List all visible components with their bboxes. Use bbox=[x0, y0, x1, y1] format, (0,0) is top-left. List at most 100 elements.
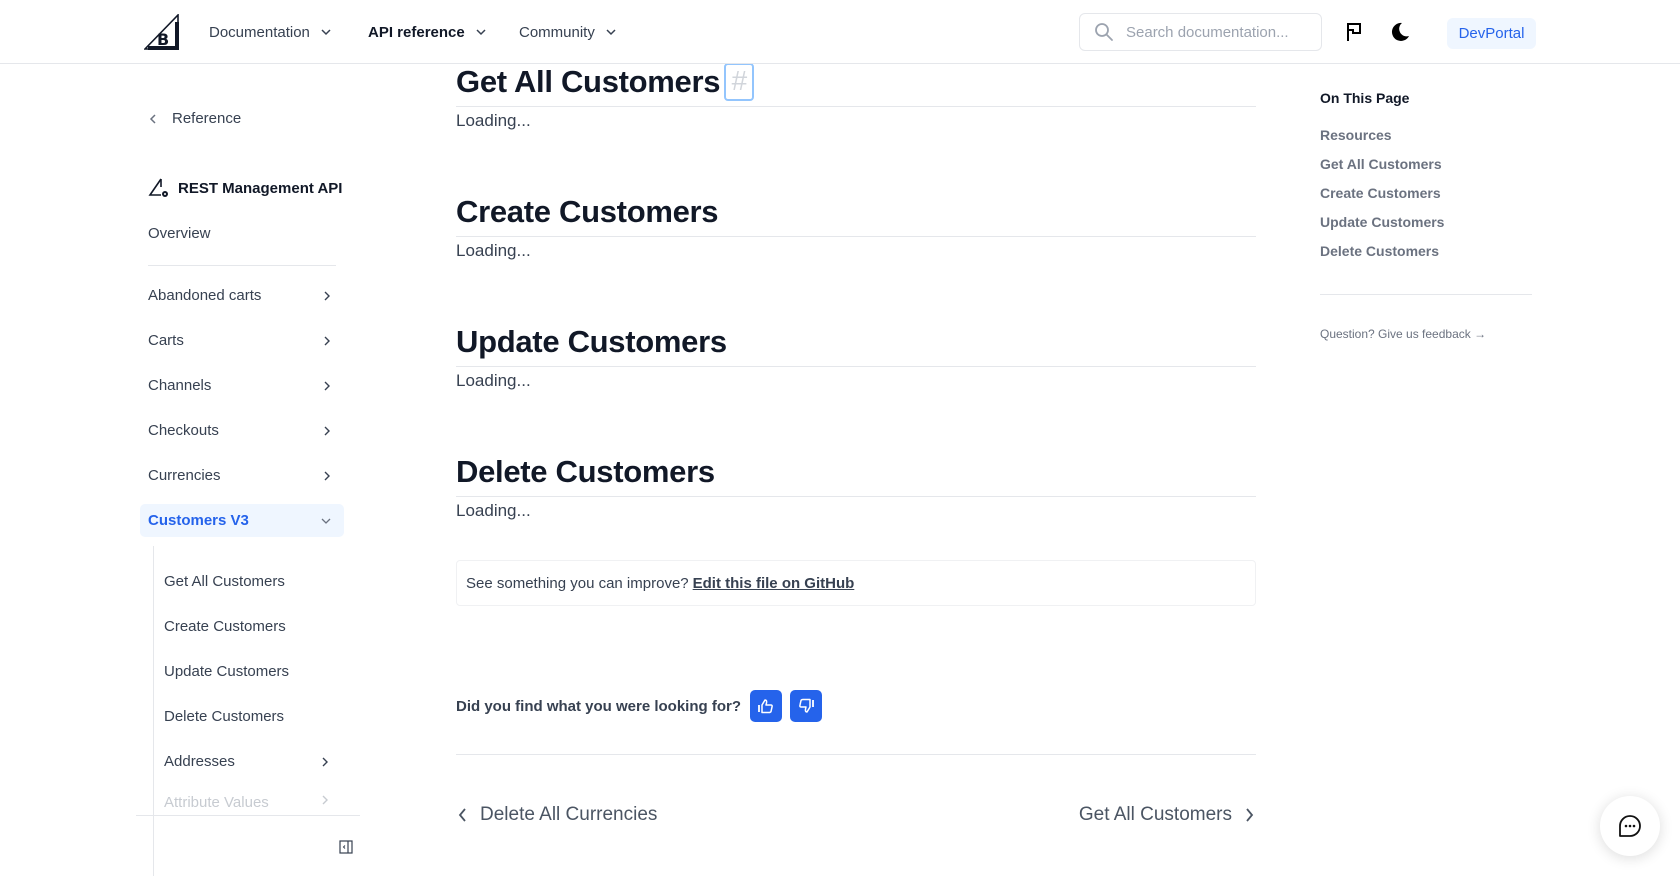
toc-divider bbox=[1320, 294, 1532, 295]
loading-text: Loading... bbox=[456, 241, 531, 260]
moon-icon[interactable] bbox=[1387, 20, 1411, 44]
edit-on-github-link[interactable]: Edit this file on GitHub bbox=[693, 575, 855, 592]
sidebar-subitem-label: Delete Customers bbox=[164, 708, 285, 725]
search-input[interactable] bbox=[1126, 23, 1301, 41]
sidebar-item-abandoned-carts[interactable]: Abandoned carts bbox=[140, 279, 344, 312]
chevron-right-icon bbox=[324, 381, 330, 390]
toc-link-create-customers[interactable]: Create Customers bbox=[1320, 185, 1441, 201]
previous-page-label: Delete All Currencies bbox=[480, 804, 658, 825]
nav-documentation[interactable]: Documentation bbox=[209, 20, 332, 44]
submenu-guide-line bbox=[153, 546, 154, 876]
nav-community[interactable]: Community bbox=[519, 20, 617, 44]
section-title: Get All Customers bbox=[456, 64, 721, 99]
section-title: Delete Customers bbox=[456, 454, 715, 489]
toc-title: On This Page bbox=[1320, 90, 1410, 106]
back-label: Reference bbox=[172, 110, 242, 127]
sidebar-subitem-delete-customers[interactable]: Delete Customers bbox=[164, 700, 334, 733]
devportal-button[interactable]: DevPortal bbox=[1447, 18, 1536, 49]
nav-documentation-label: Documentation bbox=[209, 23, 310, 41]
sidebar-item-channels[interactable]: Channels bbox=[140, 369, 344, 402]
collapse-sidebar-icon[interactable] bbox=[338, 839, 354, 855]
previous-page-link[interactable]: Delete All Currencies bbox=[456, 804, 657, 826]
next-page-link[interactable]: Get All Customers bbox=[1079, 804, 1256, 826]
section-create-customers: Create Customers Loading... bbox=[456, 192, 1256, 261]
api-settings-icon bbox=[148, 178, 168, 197]
nav-community-label: Community bbox=[519, 23, 595, 41]
sidebar-subitem-label: Addresses bbox=[164, 753, 235, 770]
top-header: B Documentation API reference Community … bbox=[0, 0, 1680, 64]
chevron-left-icon bbox=[149, 113, 156, 124]
section-get-all-customers: Get All Customers # Loading... bbox=[456, 62, 1256, 131]
sidebar-subitem-create-customers[interactable]: Create Customers bbox=[164, 610, 334, 643]
sidebar-divider bbox=[148, 265, 336, 266]
thumbs-up-button[interactable] bbox=[750, 690, 782, 722]
toc-link-resources[interactable]: Resources bbox=[1320, 127, 1392, 143]
section-heading: Create Customers bbox=[456, 192, 1256, 232]
section-divider bbox=[456, 496, 1256, 497]
search-box[interactable] bbox=[1079, 13, 1322, 51]
sidebar-item-checkouts[interactable]: Checkouts bbox=[140, 414, 344, 447]
chat-button[interactable] bbox=[1600, 796, 1660, 856]
chevron-left-icon bbox=[458, 808, 466, 822]
back-to-reference-link[interactable]: Reference bbox=[148, 110, 241, 127]
nav-api-reference[interactable]: API reference bbox=[368, 20, 487, 44]
feedback-question: Did you find what you were looking for? bbox=[456, 697, 741, 715]
sidebar-item-customers-v3[interactable]: Customers V3 bbox=[140, 504, 344, 537]
section-update-customers: Update Customers Loading... bbox=[456, 322, 1256, 391]
sidebar: Reference REST Management API Overview A… bbox=[136, 64, 360, 876]
section-divider bbox=[456, 366, 1256, 367]
content-divider bbox=[456, 754, 1256, 755]
section-heading: Update Customers bbox=[456, 322, 1256, 362]
chevron-down-icon bbox=[321, 518, 331, 524]
chevron-down-icon bbox=[476, 29, 486, 36]
sidebar-subitem-label: Attribute Values bbox=[164, 794, 269, 811]
sidebar-subitem-update-customers[interactable]: Update Customers bbox=[164, 655, 334, 688]
toc-link-delete-customers[interactable]: Delete Customers bbox=[1320, 243, 1439, 259]
search-icon bbox=[1095, 23, 1113, 41]
section-divider bbox=[456, 106, 1256, 107]
sidebar-item-label: Abandoned carts bbox=[148, 287, 262, 304]
sidebar-item-currencies[interactable]: Currencies bbox=[140, 459, 344, 492]
give-feedback-link[interactable]: Question? Give us feedback → bbox=[1320, 327, 1486, 341]
chevron-down-icon bbox=[606, 29, 616, 36]
api-title: REST Management API bbox=[148, 177, 342, 199]
sidebar-item-label: Carts bbox=[148, 332, 184, 349]
toc-link-update-customers[interactable]: Update Customers bbox=[1320, 214, 1444, 230]
section-delete-customers: Delete Customers Loading... bbox=[456, 452, 1256, 521]
sidebar-item-carts[interactable]: Carts bbox=[140, 324, 344, 357]
sidebar-item-overview[interactable]: Overview bbox=[148, 225, 211, 242]
sidebar-item-label: Checkouts bbox=[148, 422, 219, 439]
sidebar-bottom-divider bbox=[136, 815, 360, 816]
flag-icon[interactable] bbox=[1343, 20, 1367, 44]
loading-text: Loading... bbox=[456, 111, 531, 130]
sidebar-item-label: Channels bbox=[148, 377, 212, 394]
section-divider bbox=[456, 236, 1256, 237]
chevron-right-icon bbox=[324, 426, 330, 435]
thumbs-down-button[interactable] bbox=[790, 690, 822, 722]
loading-text: Loading... bbox=[456, 501, 531, 520]
bigcommerce-logo[interactable]: B bbox=[144, 14, 180, 50]
section-title: Update Customers bbox=[456, 324, 727, 359]
sidebar-subitem-attribute-values[interactable]: Attribute Values bbox=[164, 790, 334, 814]
api-title-text: REST Management API bbox=[178, 179, 343, 197]
sidebar-item-label: Currencies bbox=[148, 467, 221, 484]
toc-link-get-all-customers[interactable]: Get All Customers bbox=[1320, 156, 1442, 172]
thumbs-up-icon bbox=[758, 699, 773, 714]
nav-api-reference-label: API reference bbox=[368, 23, 465, 41]
chevron-right-icon bbox=[1246, 808, 1254, 822]
section-title: Create Customers bbox=[456, 194, 719, 229]
section-heading: Get All Customers # bbox=[456, 62, 1256, 102]
chevron-right-icon bbox=[324, 291, 330, 300]
heading-anchor-link[interactable]: # bbox=[724, 63, 755, 101]
sidebar-subitem-label: Get All Customers bbox=[164, 573, 285, 590]
github-edit-box: See something you can improve? Edit this… bbox=[456, 560, 1256, 606]
sidebar-subitem-get-all-customers[interactable]: Get All Customers bbox=[164, 565, 334, 598]
loading-text: Loading... bbox=[456, 371, 531, 390]
sidebar-item-label: Customers V3 bbox=[148, 512, 249, 529]
chevron-right-icon bbox=[324, 471, 330, 480]
sidebar-subitem-label: Create Customers bbox=[164, 618, 286, 635]
sidebar-subitem-addresses[interactable]: Addresses bbox=[164, 745, 334, 778]
feedback-row: Did you find what you were looking for? bbox=[456, 690, 822, 722]
chat-bubble-icon bbox=[1619, 815, 1641, 837]
chevron-down-icon bbox=[321, 29, 331, 36]
